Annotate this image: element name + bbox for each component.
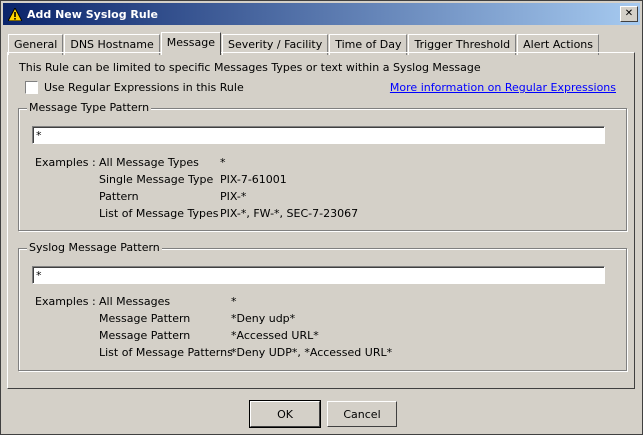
- example-value: PIX-7-61001: [220, 173, 287, 186]
- example-name: List of Message Types: [99, 207, 219, 220]
- regex-checkbox[interactable]: [25, 81, 38, 94]
- close-icon: ✕: [624, 8, 634, 19]
- warning-icon: [7, 6, 23, 22]
- syslog-message-group-title: Syslog Message Pattern: [27, 241, 162, 254]
- example-value: *: [220, 156, 226, 169]
- example-value: *Deny udp*: [231, 312, 296, 325]
- example-name: Message Pattern: [99, 329, 191, 342]
- window-title: Add New Syslog Rule: [27, 7, 158, 21]
- example-name: Message Pattern: [99, 312, 191, 325]
- regex-checkbox-row[interactable]: Use Regular Expressions in this Rule: [25, 81, 244, 94]
- close-button[interactable]: ✕: [620, 6, 638, 22]
- example-value: *Accessed URL*: [231, 329, 319, 342]
- example-value: *Deny UDP*, *Accessed URL*: [231, 346, 393, 359]
- cancel-button[interactable]: Cancel: [327, 401, 397, 427]
- intro-text: This Rule can be limited to specific Mes…: [19, 61, 481, 74]
- example-name: List of Message Patterns: [99, 346, 233, 359]
- example-value: *: [231, 295, 237, 308]
- syslog-examples-label: Examples :: [35, 295, 96, 308]
- tab-message[interactable]: Message: [160, 32, 221, 55]
- syslog-message-input[interactable]: *: [32, 266, 605, 284]
- example-name: All Messages: [99, 295, 171, 308]
- ok-button[interactable]: OK: [249, 400, 321, 428]
- title-bar[interactable]: Add New Syslog Rule ✕: [3, 3, 640, 25]
- example-name: Single Message Type: [99, 173, 214, 186]
- message-type-input[interactable]: *: [32, 126, 605, 144]
- dialog-window: Add New Syslog Rule ✕ General DNS Hostna…: [0, 0, 643, 435]
- regex-info-link[interactable]: More information on Regular Expressions: [390, 81, 616, 94]
- message-type-group-title: Message Type Pattern: [27, 101, 152, 114]
- example-name: All Message Types: [99, 156, 199, 169]
- message-type-examples-label: Examples :: [35, 156, 96, 169]
- example-name: Pattern: [99, 190, 139, 203]
- example-value: PIX-*: [220, 190, 247, 203]
- regex-checkbox-label: Use Regular Expressions in this Rule: [44, 81, 244, 94]
- example-value: PIX-*, FW-*, SEC-7-23067: [220, 207, 359, 220]
